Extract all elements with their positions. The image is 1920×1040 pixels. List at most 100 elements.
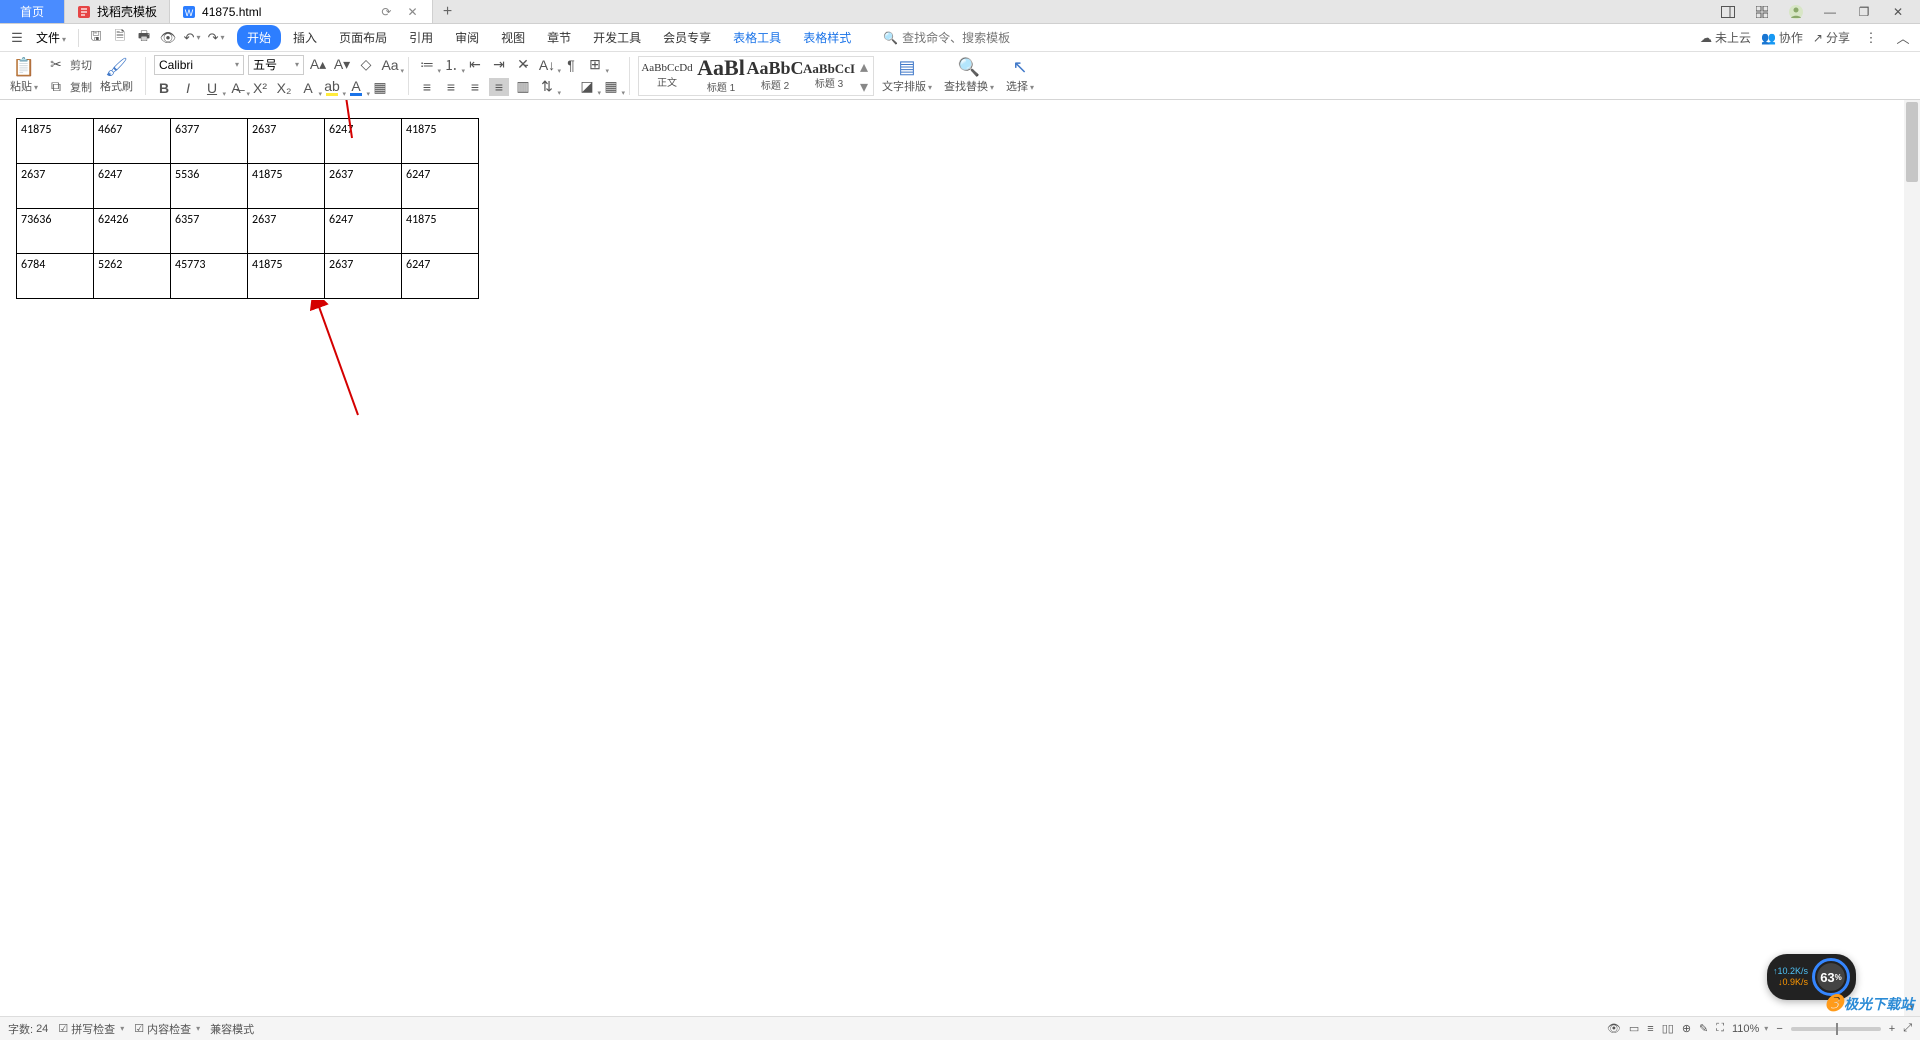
ribbon-tab-review[interactable]: 审阅 [445,25,489,50]
table-cell[interactable]: 2637 [325,254,402,299]
decrease-font-icon[interactable]: A▾ [332,56,352,74]
text-layout-button[interactable]: ▤文字排版 [878,57,936,94]
new-tab-button[interactable]: + [433,0,463,23]
close-button[interactable]: ✕ [1886,1,1910,23]
table-row[interactable]: 41875 4667 6377 2637 6247 41875 [17,119,479,164]
table-cell[interactable]: 6247 [402,164,479,209]
table-cell[interactable]: 41875 [248,164,325,209]
table-cell[interactable]: 41875 [402,209,479,254]
more-icon[interactable]: ⋮ [1860,27,1882,49]
cut-label[interactable]: 剪切 [70,57,92,73]
save-icon[interactable]: 🖫 [85,27,107,49]
table-cell[interactable]: 6247 [402,254,479,299]
numbering-button[interactable]: ⒈ [441,56,461,74]
eye-mode-icon[interactable]: 👁 [1607,1022,1621,1035]
increase-indent-button[interactable]: ⇥ [489,56,509,74]
copy-label[interactable]: 复制 [70,79,92,95]
app-grid-icon[interactable] [1750,1,1774,23]
font-color-button[interactable]: A [346,79,366,97]
line-spacing-button[interactable]: ⇅ [537,78,557,96]
table-cell[interactable]: 62426 [94,209,171,254]
bold-button[interactable]: B [154,79,174,97]
command-search[interactable]: 🔍 [883,31,1062,45]
tab-close-icon[interactable]: ✕ [405,5,419,19]
ribbon-tab-start[interactable]: 开始 [237,25,281,50]
tab-document[interactable]: W 41875.html ⟳ ✕ [170,0,433,23]
table-cell[interactable]: 73636 [17,209,94,254]
maximize-button[interactable]: ❐ [1852,1,1876,23]
table-cell[interactable]: 4667 [94,119,171,164]
cloud-status[interactable]: ☁未上云 [1700,29,1751,46]
italic-button[interactable]: I [178,79,198,97]
strikethrough-button[interactable]: A̶ [226,79,246,97]
align-left-button[interactable]: ≡ [417,78,437,96]
command-search-input[interactable] [902,31,1062,45]
shading-button[interactable]: ◪ [577,78,597,96]
table-cell[interactable]: 6357 [171,209,248,254]
zoom-out-button[interactable]: − [1776,1023,1782,1035]
cut-button[interactable]: ✂ [46,56,66,74]
zoom-slider[interactable] [1791,1027,1881,1031]
copy-button[interactable]: ⧉ [46,78,66,96]
table-row[interactable]: 2637 6247 5536 41875 2637 6247 [17,164,479,209]
ribbon-tab-references[interactable]: 引用 [399,25,443,50]
content-check[interactable]: ☑ 内容检查 [134,1021,200,1037]
print-icon[interactable]: 🖶 [133,27,155,49]
find-replace-button[interactable]: 🔍查找替换 [940,57,998,94]
web-view-icon[interactable]: ⊕ [1682,1022,1691,1035]
show-marks-button[interactable]: ¶ [561,56,581,74]
table-cell[interactable]: 6377 [171,119,248,164]
hamburger-icon[interactable]: ☰ [6,27,28,49]
align-right-button[interactable]: ≡ [465,78,485,96]
minimize-button[interactable]: — [1818,1,1842,23]
file-menu[interactable]: 文件 [30,29,72,46]
zoom-in-button[interactable]: + [1889,1023,1895,1035]
ribbon-tab-view[interactable]: 视图 [491,25,535,50]
format-painter-button[interactable]: 🖌格式刷 [96,57,137,94]
share-button[interactable]: ↗分享 [1813,29,1850,46]
table-cell[interactable]: 5536 [171,164,248,209]
tab-template[interactable]: 找稻壳模板 [65,0,170,23]
word-count[interactable]: 字数: 24 [8,1021,48,1037]
table-cell[interactable]: 41875 [248,254,325,299]
tab-update-icon[interactable]: ⟳ [379,5,393,19]
style-heading2[interactable]: AaBbC标题 2 [749,57,801,95]
spell-check[interactable]: ☑ 拼写检查 [58,1021,124,1037]
indent-marker-button[interactable]: ⊞ [585,56,605,74]
zoom-level[interactable]: 110% [1732,1023,1768,1035]
user-avatar-icon[interactable] [1784,1,1808,23]
distribute-button[interactable]: ▥ [513,78,533,96]
table-cell[interactable]: 45773 [171,254,248,299]
sort-button[interactable]: ✕̵ [513,56,533,74]
table-cell[interactable]: 41875 [402,119,479,164]
coop-button[interactable]: 👥协作 [1761,29,1803,46]
vertical-scrollbar[interactable]: ▾ [1904,100,1920,1016]
draft-view-icon[interactable]: ✎ [1699,1022,1708,1035]
style-gallery-more[interactable]: ▴▾⋯ [857,57,871,95]
table-cell[interactable]: 6247 [325,119,402,164]
style-heading1[interactable]: AaBl标题 1 [695,57,747,95]
fullscreen-icon[interactable]: ⤢ [1903,1022,1912,1035]
align-center-button[interactable]: ≡ [441,78,461,96]
subscript-button[interactable]: X₂ [274,79,294,97]
reading-view-icon[interactable]: ▯▯ [1662,1022,1674,1035]
table-cell[interactable]: 5262 [94,254,171,299]
decrease-indent-button[interactable]: ⇤ [465,56,485,74]
ribbon-tab-chapter[interactable]: 章节 [537,25,581,50]
underline-button[interactable]: U [202,79,222,97]
print-preview-icon[interactable]: 👁 [157,27,179,49]
data-table[interactable]: 41875 4667 6377 2637 6247 41875 2637 624… [16,118,479,299]
scrollbar-thumb[interactable] [1906,102,1918,182]
table-cell[interactable]: 2637 [248,209,325,254]
page-view-icon[interactable]: ▭ [1629,1022,1639,1035]
text-effects-button[interactable]: A [298,79,318,97]
ribbon-tab-table-style[interactable]: 表格样式 [793,25,861,50]
undo-icon[interactable]: ↶ [181,27,203,49]
clear-format-icon[interactable]: ◇ [356,56,376,74]
table-cell[interactable]: 6247 [325,209,402,254]
table-row[interactable]: 73636 62426 6357 2637 6247 41875 [17,209,479,254]
bullets-button[interactable]: ≔ [417,56,437,74]
table-cell[interactable]: 6784 [17,254,94,299]
increase-font-icon[interactable]: A▴ [308,56,328,74]
table-row[interactable]: 6784 5262 45773 41875 2637 6247 [17,254,479,299]
